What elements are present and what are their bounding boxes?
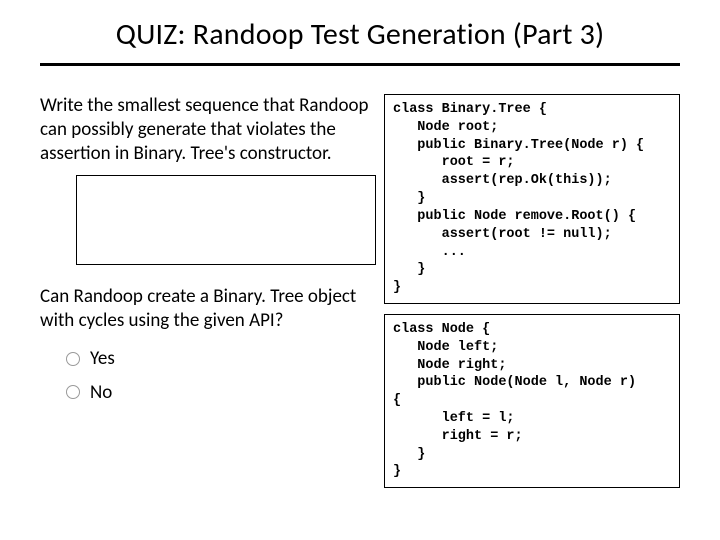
two-column-layout: Write the smallest sequence that Randoop…: [40, 94, 680, 488]
page-title: QUIZ: Randoop Test Generation (Part 3): [40, 16, 680, 53]
radio-group: Yes No: [66, 347, 376, 405]
code-binary-tree: class Binary.Tree { Node root; public Bi…: [384, 94, 680, 304]
divider: [40, 63, 680, 66]
option-no[interactable]: No: [66, 381, 376, 405]
radio-icon[interactable]: [66, 385, 80, 399]
right-column: class Binary.Tree { Node root; public Bi…: [384, 94, 680, 488]
option-yes[interactable]: Yes: [66, 347, 376, 371]
option-yes-label: Yes: [90, 347, 115, 371]
option-no-label: No: [90, 381, 112, 405]
answer-input-box[interactable]: [76, 175, 376, 265]
question-1-text: Write the smallest sequence that Randoop…: [40, 94, 376, 165]
code-node: class Node { Node left; Node right; publ…: [384, 314, 680, 488]
question-2-text: Can Randoop create a Binary. Tree object…: [40, 285, 376, 333]
radio-icon[interactable]: [66, 352, 80, 366]
slide: QUIZ: Randoop Test Generation (Part 3) W…: [0, 0, 720, 540]
left-column: Write the smallest sequence that Randoop…: [40, 94, 376, 488]
